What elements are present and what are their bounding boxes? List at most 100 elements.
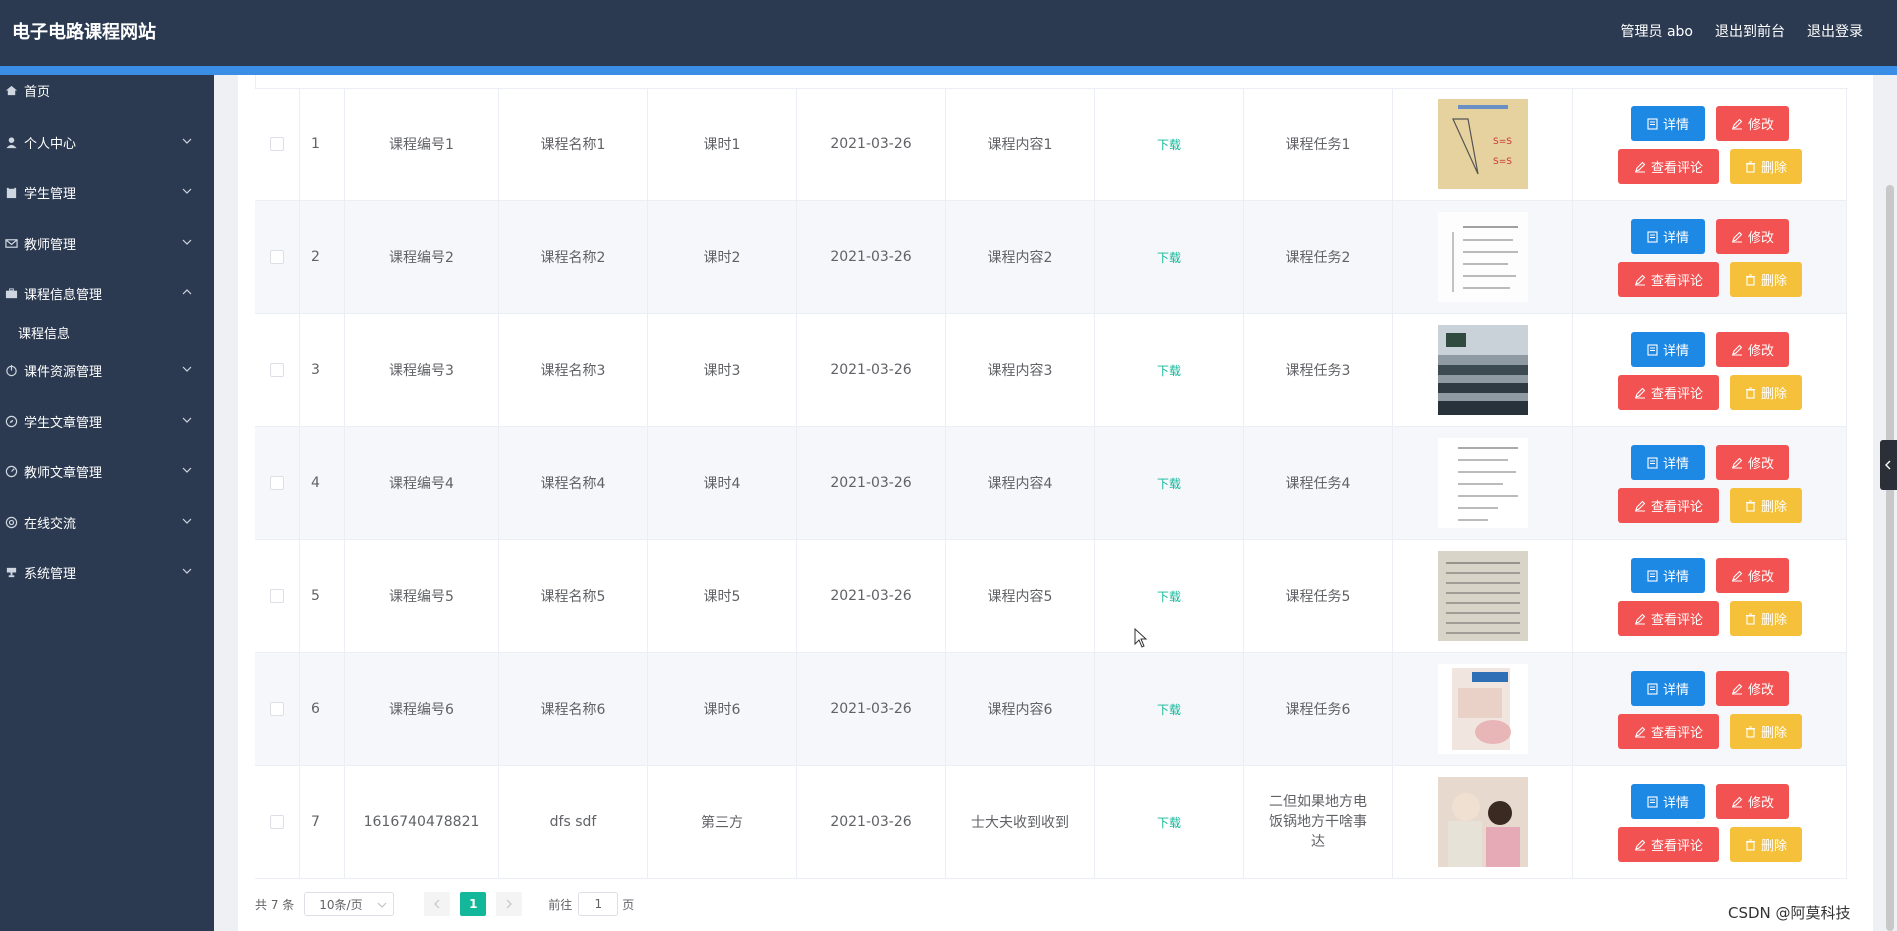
prev-page-button[interactable]: [424, 892, 451, 916]
sidebar-item-2[interactable]: 个人中心: [0, 127, 214, 157]
table-cell: 课程名称6: [499, 653, 648, 765]
sidebar-item-label: 在线交流: [24, 516, 77, 532]
course-thumbnail[interactable]: [1437, 664, 1528, 754]
sidebar-item-10[interactable]: 系统管理: [0, 557, 214, 587]
table-cell: 2021-03-26: [797, 88, 946, 200]
table-row: 4 课程编号4 课程名称4 课时4 2021-03-26 课程内容4 下载 课程任务4 详情 修改…: [255, 427, 1847, 540]
delete-button[interactable]: 删除: [1730, 375, 1802, 410]
detail-button[interactable]: 详情: [1631, 219, 1705, 254]
course-thumbnail[interactable]: [1437, 325, 1528, 415]
page-size-select[interactable]: 10条/页: [304, 892, 395, 916]
course-name: 课程名称3: [540, 363, 606, 379]
goto-suffix: 页: [622, 897, 635, 912]
delete-button[interactable]: 删除: [1730, 827, 1802, 862]
row-index: 5: [311, 588, 320, 604]
course-date: 2021-03-26: [830, 249, 912, 265]
view-comments-button[interactable]: 查看评论: [1618, 601, 1719, 636]
row-checkbox[interactable]: [270, 589, 284, 603]
exit-to-frontend-link[interactable]: 退出到前台: [1715, 21, 1785, 41]
sidebar-subitem-1[interactable]: 课程信息: [0, 317, 214, 347]
delete-button[interactable]: 删除: [1730, 488, 1802, 523]
sidebar-item-3[interactable]: 学生管理: [0, 177, 214, 207]
table-cell: 6: [300, 653, 345, 765]
detail-button[interactable]: 详情: [1631, 445, 1705, 480]
download-link[interactable]: 下载: [1157, 588, 1181, 605]
delete-button[interactable]: 删除: [1730, 262, 1802, 297]
table-row: 1 课程编号1 课程名称1 课时1 2021-03-26 课程内容1 下载 课程任务1 S=S S…: [255, 88, 1847, 201]
pencil-icon: [1731, 796, 1743, 808]
row-checkbox[interactable]: [270, 815, 284, 829]
edit-button[interactable]: 修改: [1716, 106, 1789, 141]
view-comments-button[interactable]: 查看评论: [1618, 714, 1719, 749]
delete-button[interactable]: 删除: [1730, 601, 1802, 636]
edit-button[interactable]: 修改: [1716, 671, 1789, 706]
table-cell: 课时4: [648, 427, 797, 539]
row-checkbox[interactable]: [270, 702, 284, 716]
sidebar: 首页个人中心学生管理教师管理课程信息管理 课程信息课件资源管理 学生文章管理 教师文章…: [0, 75, 214, 931]
course-thumbnail[interactable]: [1437, 777, 1528, 867]
table-cell: 1616740478821: [345, 766, 499, 878]
table-cell: 下载: [1095, 540, 1244, 652]
table-cell: 课程编号1: [345, 88, 499, 200]
sidebar-item-8[interactable]: 教师文章管理: [0, 456, 214, 486]
delete-button[interactable]: 删除: [1730, 714, 1802, 749]
edit-button[interactable]: 修改: [1716, 332, 1789, 367]
download-link[interactable]: 下载: [1157, 814, 1181, 831]
delete-button[interactable]: 删除: [1730, 149, 1802, 184]
course-task: 课程任务3: [1285, 363, 1351, 379]
detail-button[interactable]: 详情: [1631, 784, 1705, 819]
table-row: 6 课程编号6 课程名称6 课时6 2021-03-26 课程内容6 下载 课程任务6 详情 修改…: [255, 653, 1847, 766]
view-comments-button[interactable]: 查看评论: [1618, 149, 1719, 184]
view-comments-button[interactable]: 查看评论: [1618, 262, 1719, 297]
view-comments-button-label: 查看评论: [1650, 726, 1703, 741]
sidebar-item-4[interactable]: 教师管理: [0, 228, 214, 258]
table-cell: 详情 修改查看评论 删除: [1573, 427, 1847, 539]
view-comments-button[interactable]: 查看评论: [1618, 375, 1719, 410]
download-link[interactable]: 下载: [1157, 475, 1181, 492]
course-thumbnail[interactable]: S=S S=S: [1437, 99, 1528, 189]
side-panel-toggle[interactable]: [1880, 440, 1897, 490]
row-checkbox[interactable]: [270, 363, 284, 377]
sidebar-item-9[interactable]: 在线交流: [0, 507, 214, 537]
course-thumbnail[interactable]: [1437, 212, 1528, 302]
delete-button-label: 删除: [1760, 839, 1787, 854]
vertical-scrollbar[interactable]: [1886, 185, 1894, 931]
course-thumbnail[interactable]: [1437, 438, 1528, 528]
table-cell: 7: [300, 766, 345, 878]
download-link[interactable]: 下载: [1157, 249, 1181, 266]
view-comments-button[interactable]: 查看评论: [1618, 827, 1719, 862]
row-checkbox[interactable]: [270, 137, 284, 151]
goto-page-input[interactable]: 1: [578, 892, 619, 916]
total-count: 共 7 条: [255, 897, 295, 912]
table-cell: [1393, 427, 1573, 539]
edit-button-label: 修改: [1747, 683, 1774, 698]
chevron-down-icon: [180, 514, 194, 528]
next-page-button[interactable]: [496, 892, 523, 916]
detail-button[interactable]: 详情: [1631, 558, 1705, 593]
edit-button[interactable]: 修改: [1716, 219, 1789, 254]
sidebar-item-7[interactable]: 学生文章管理: [0, 406, 214, 436]
download-link[interactable]: 下载: [1157, 701, 1181, 718]
table-cell: dfs sdf: [499, 766, 648, 878]
edit-button[interactable]: 修改: [1716, 784, 1789, 819]
sidebar-item-5[interactable]: 课程信息管理: [0, 278, 214, 308]
row-checkbox[interactable]: [270, 250, 284, 264]
download-link[interactable]: 下载: [1157, 136, 1181, 153]
detail-button[interactable]: 详情: [1631, 106, 1705, 141]
sidebar-item-label: 教师管理: [24, 237, 77, 253]
logout-link[interactable]: 退出登录: [1807, 21, 1863, 41]
sidebar-item-6[interactable]: 课件资源管理: [0, 355, 214, 385]
edit-button[interactable]: 修改: [1716, 445, 1789, 480]
detail-button[interactable]: 详情: [1631, 671, 1705, 706]
course-task: 课程任务4: [1285, 476, 1351, 492]
edit-button[interactable]: 修改: [1716, 558, 1789, 593]
detail-button[interactable]: 详情: [1631, 332, 1705, 367]
course-thumbnail[interactable]: [1437, 551, 1528, 641]
row-checkbox[interactable]: [270, 476, 284, 490]
download-link[interactable]: 下载: [1157, 362, 1181, 379]
course-hours: 课时4: [703, 476, 741, 492]
table-cell: 2021-03-26: [797, 766, 946, 878]
sidebar-item-1[interactable]: 首页: [0, 75, 214, 105]
page-1-button[interactable]: 1: [460, 892, 487, 916]
view-comments-button[interactable]: 查看评论: [1618, 488, 1719, 523]
